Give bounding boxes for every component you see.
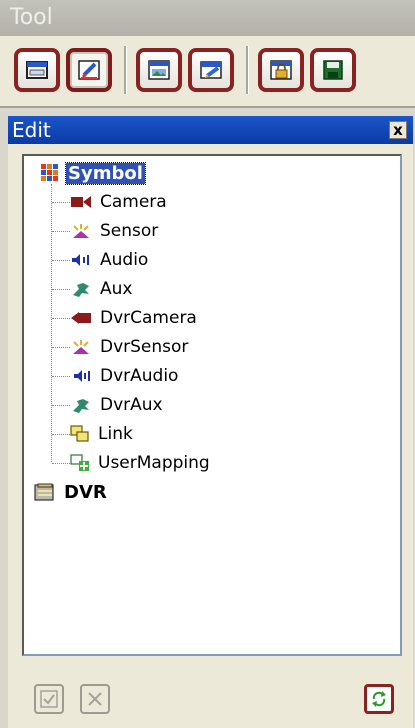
dvr-sensor-icon — [73, 340, 89, 354]
tree-node-label: Camera — [100, 192, 167, 212]
tree-node-audio[interactable]: Audio — [70, 248, 148, 272]
tree-node-camera[interactable]: Camera — [70, 190, 167, 214]
tool-window-title: Tool — [0, 0, 415, 36]
apply-button[interactable] — [34, 684, 64, 714]
toolbar-button-edit-window[interactable] — [66, 48, 112, 92]
tree-node-label: Sensor — [100, 221, 159, 241]
user-mapping-icon — [70, 454, 89, 471]
edit-panel-title: Edit x — [8, 116, 413, 144]
tree-node-dvr-audio[interactable]: DvrAudio — [70, 364, 178, 388]
image-window-icon — [148, 60, 170, 80]
tree-node-label: UserMapping — [98, 453, 210, 473]
toolbar-button-save[interactable] — [310, 48, 356, 92]
tree-node-label: Link — [98, 424, 133, 444]
tree-node-dvr-camera[interactable]: DvrCamera — [70, 306, 197, 330]
tree-node-dvr[interactable]: DVR — [34, 480, 107, 504]
refresh-icon — [372, 691, 386, 707]
audio-icon — [72, 254, 89, 266]
toolbar-button-edit-pencil[interactable] — [188, 48, 234, 92]
toolbar-separator — [124, 46, 127, 94]
toolbar-button-lock[interactable] — [258, 48, 304, 92]
tree-connector — [52, 376, 70, 377]
tree-connector — [52, 347, 70, 348]
link-icon — [70, 425, 89, 442]
edit-check-icon — [40, 690, 58, 708]
tree-node-aux[interactable]: Aux — [70, 277, 132, 301]
edit-window-icon — [78, 60, 100, 80]
tree-connector — [52, 289, 70, 290]
edit-title-label: Edit — [12, 118, 51, 142]
close-icon: x — [393, 120, 403, 139]
toolbar-button-window[interactable] — [14, 48, 60, 92]
sensor-icon — [73, 224, 89, 238]
dvr-folder-icon — [34, 483, 54, 501]
tree-connector — [52, 231, 70, 232]
dvr-aux-icon — [73, 399, 89, 413]
delete-x-icon — [88, 692, 102, 706]
symbol-grid-icon — [41, 164, 58, 181]
tree-node-label: DvrAux — [100, 395, 163, 415]
window-icon — [26, 61, 48, 79]
refresh-button[interactable] — [364, 684, 394, 714]
aux-icon — [73, 283, 89, 297]
tree-connector — [52, 318, 70, 319]
delete-button[interactable] — [80, 684, 110, 714]
tree-node-label: DvrSensor — [100, 337, 189, 357]
tree-node-dvr-sensor[interactable]: DvrSensor — [70, 335, 188, 359]
tree-node-label: DvrAudio — [100, 366, 179, 386]
tool-title-label: Tool — [10, 5, 53, 30]
edit-pencil-icon — [200, 61, 222, 79]
tree-node-label: Symbol — [65, 161, 146, 185]
tree-node-sensor[interactable]: Sensor — [70, 219, 158, 243]
tree-node-label: DVR — [64, 481, 107, 503]
tree-node-label: DvrCamera — [100, 308, 197, 328]
edit-panel: Symbol Camera Sensor Audio Aux DvrCamera… — [8, 144, 413, 728]
symbol-tree[interactable]: Symbol Camera Sensor Audio Aux DvrCamera… — [22, 154, 402, 656]
tree-connector — [52, 260, 70, 261]
lock-icon — [270, 60, 292, 80]
toolbar-separator — [246, 46, 249, 94]
save-icon — [323, 60, 343, 80]
tree-connector — [52, 405, 70, 406]
camera-icon — [71, 196, 91, 208]
dvr-camera-icon — [71, 312, 91, 324]
close-button[interactable]: x — [389, 121, 407, 139]
tree-connector — [51, 184, 52, 462]
tree-node-dvr-aux[interactable]: DvrAux — [70, 393, 163, 417]
toolbar-button-image-window[interactable] — [136, 48, 182, 92]
tree-node-symbol[interactable]: Symbol — [40, 161, 146, 185]
tree-node-label: Aux — [100, 279, 133, 299]
tree-node-link[interactable]: Link — [70, 422, 133, 446]
dvr-audio-icon — [74, 370, 90, 382]
tree-connector — [52, 463, 70, 464]
tree-connector — [52, 202, 70, 203]
tree-connector — [52, 434, 70, 435]
tree-node-label: Audio — [100, 250, 149, 270]
tree-node-user-mapping[interactable]: UserMapping — [70, 451, 210, 475]
toolbar — [0, 36, 415, 108]
